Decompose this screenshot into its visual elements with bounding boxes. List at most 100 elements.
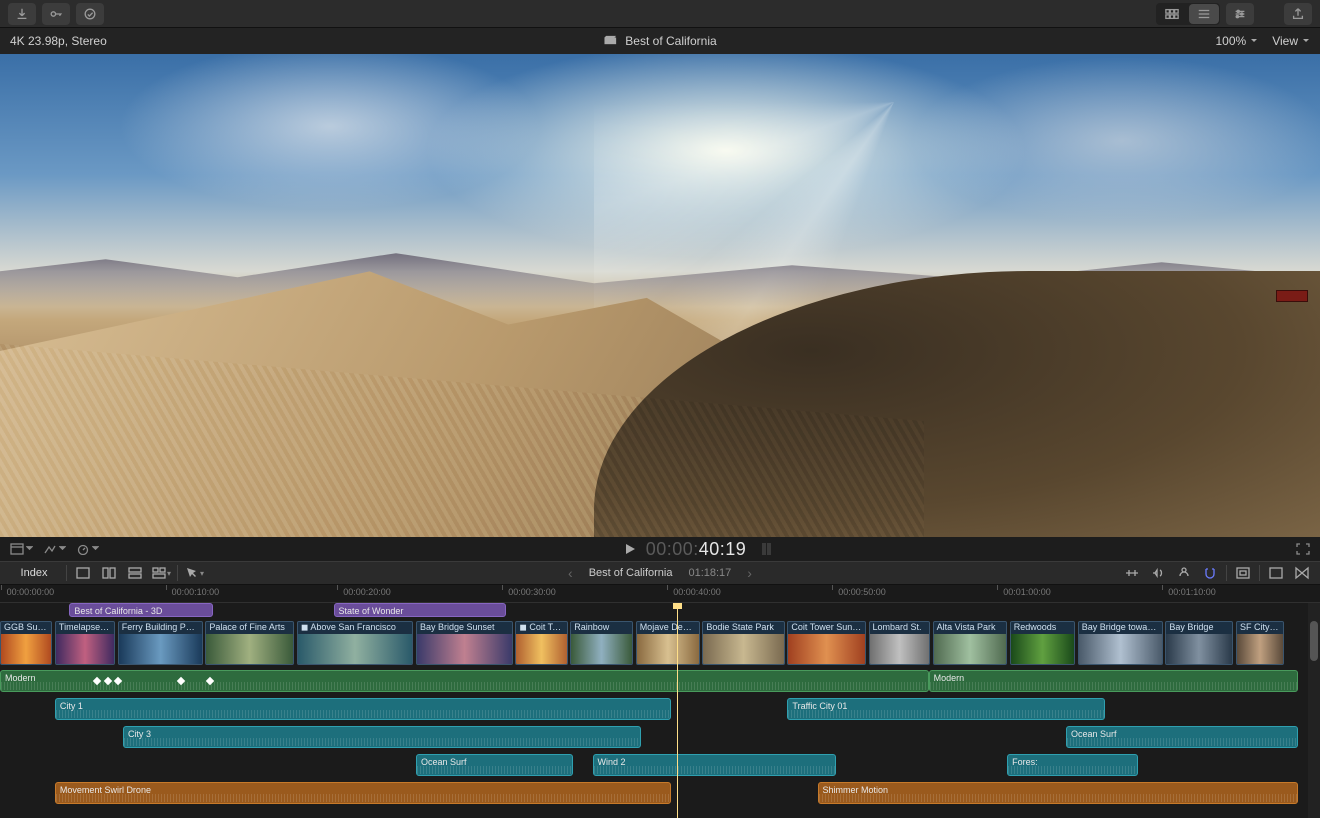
fullscreen-button[interactable] bbox=[1296, 543, 1310, 555]
next-edit-button[interactable]: › bbox=[747, 565, 752, 581]
timeline-ruler[interactable]: 00:00:00:0000:00:10:0000:00:20:0000:00:3… bbox=[0, 585, 1320, 603]
inspector-button[interactable] bbox=[1226, 3, 1254, 25]
prev-edit-button[interactable]: ‹ bbox=[568, 565, 573, 581]
clip[interactable]: Best of California - 3D bbox=[69, 603, 213, 617]
clip-appearance-4-button[interactable]: ▾ bbox=[151, 564, 171, 582]
playhead[interactable] bbox=[677, 603, 678, 818]
clip[interactable]: Movement Swirl Drone bbox=[55, 782, 671, 804]
ruler-tick: 00:00:40:00 bbox=[673, 587, 721, 597]
clip-label: Bay Bridge toward SF bbox=[1079, 622, 1162, 634]
clip[interactable]: Fores: bbox=[1007, 754, 1138, 776]
clip[interactable]: Ocean Surf bbox=[416, 754, 573, 776]
clip-thumbnail bbox=[637, 634, 699, 664]
select-tool[interactable]: ▾ bbox=[184, 564, 204, 582]
video-clip[interactable]: Bay Bridge Sunset bbox=[416, 621, 513, 665]
ruler-tick: 00:00:30:00 bbox=[508, 587, 556, 597]
retime-tool[interactable] bbox=[43, 543, 66, 555]
ruler-tick: 00:00:20:00 bbox=[343, 587, 391, 597]
audio-skimming-button[interactable] bbox=[1148, 564, 1168, 582]
clip-appearance-1-button[interactable] bbox=[73, 564, 93, 582]
clip-thumbnail bbox=[516, 634, 566, 664]
video-clip[interactable]: Ferry Building Part 2 bbox=[118, 621, 203, 665]
effects-lane: Movement Swirl Drone Shimmer Motion bbox=[0, 782, 1308, 804]
clip-label: Bodie State Park bbox=[703, 622, 783, 634]
clip-label: Redwoods bbox=[1011, 622, 1074, 634]
import-button[interactable] bbox=[8, 3, 36, 25]
clip-label: GGB Sunset bbox=[1, 622, 51, 634]
clip-speed-tool[interactable] bbox=[76, 543, 99, 555]
clip-label: Mojave Desert bbox=[637, 622, 699, 634]
clip-thumbnail bbox=[417, 634, 512, 664]
audio-lane-3: Ocean Surf Wind 2 Fores: bbox=[0, 754, 1308, 776]
timeline-tracks[interactable]: Best of California - 3D State of Wonder G… bbox=[0, 603, 1320, 818]
clip-thumbnail bbox=[1237, 634, 1283, 664]
filmstrip-view-button[interactable] bbox=[1157, 4, 1187, 24]
video-clip[interactable]: Bay Bridge toward SF bbox=[1078, 621, 1163, 665]
video-clip[interactable]: Palace of Fine Arts bbox=[205, 621, 294, 665]
clip[interactable]: City 3 bbox=[123, 726, 641, 748]
clip[interactable]: Ocean Surf bbox=[1066, 726, 1298, 748]
clip-thumbnail bbox=[1079, 634, 1162, 664]
timecode-display[interactable]: 00:00:40:19 bbox=[646, 539, 747, 560]
clip[interactable]: Wind 2 bbox=[593, 754, 836, 776]
video-clip[interactable]: Rainbow bbox=[570, 621, 633, 665]
clip-thumbnail bbox=[1, 634, 51, 664]
media-format-label: 4K 23.98p, Stereo bbox=[10, 34, 107, 48]
video-clip[interactable]: Lombard St. bbox=[869, 621, 930, 665]
clip[interactable]: Modern bbox=[929, 670, 1298, 692]
video-clip[interactable]: GGB Sunset bbox=[0, 621, 52, 665]
clip-thumbnail bbox=[298, 634, 412, 664]
clip-thumbnail bbox=[1166, 634, 1232, 664]
video-clip[interactable]: Alta Vista Park bbox=[933, 621, 1008, 665]
clip-label: ◼ Coit To… bbox=[516, 622, 566, 634]
video-clip[interactable]: Mojave Desert bbox=[636, 621, 700, 665]
clip-label: Timelapse GGB bbox=[56, 622, 114, 634]
list-view-button[interactable] bbox=[1189, 4, 1219, 24]
solo-button[interactable] bbox=[1174, 564, 1194, 582]
video-clip[interactable]: ◼ Above San Francisco bbox=[297, 621, 413, 665]
timeline-effects-button[interactable] bbox=[1233, 564, 1253, 582]
audio-lane-2: City 3 Ocean Surf bbox=[0, 726, 1308, 748]
index-button[interactable]: Index bbox=[8, 567, 60, 579]
clip-thumbnail bbox=[206, 634, 293, 664]
clip[interactable]: City 1 bbox=[55, 698, 671, 720]
clip-label: ◼ Above San Francisco bbox=[298, 622, 412, 634]
clip-label: Rainbow bbox=[571, 622, 632, 634]
snapping-button[interactable] bbox=[1200, 564, 1220, 582]
timeline-view-options-button[interactable] bbox=[1266, 564, 1286, 582]
clapperboard-icon bbox=[603, 34, 617, 48]
clip[interactable]: Shimmer Motion bbox=[818, 782, 1298, 804]
play-icon[interactable] bbox=[624, 543, 636, 555]
clip-appearance-3-button[interactable] bbox=[125, 564, 145, 582]
ruler-tick: 00:00:00:00 bbox=[7, 587, 55, 597]
share-button[interactable] bbox=[1284, 3, 1312, 25]
video-clip[interactable]: Bay Bridge bbox=[1165, 621, 1233, 665]
clip-label: Bay Bridge Sunset bbox=[417, 622, 512, 634]
skimming-button[interactable] bbox=[1122, 564, 1142, 582]
transitions-button[interactable] bbox=[1292, 564, 1312, 582]
clip[interactable]: State of Wonder bbox=[334, 603, 507, 617]
video-clip[interactable]: ◼ Coit To… bbox=[515, 621, 567, 665]
timeline-project-name: Best of California bbox=[589, 567, 673, 579]
timeline-toolbar: Index ▾ ▾ ‹ Best of California 01:18:17 … bbox=[0, 561, 1320, 585]
video-clip[interactable]: Coit Tower Sunset bbox=[787, 621, 865, 665]
viewer-canvas[interactable] bbox=[0, 54, 1320, 537]
video-clip[interactable]: Bodie State Park bbox=[702, 621, 784, 665]
video-clip[interactable]: Redwoods bbox=[1010, 621, 1075, 665]
clip-thumbnail bbox=[571, 634, 632, 664]
clip-thumbnail bbox=[56, 634, 114, 664]
video-clip[interactable]: Timelapse GGB bbox=[55, 621, 115, 665]
timeline-vertical-scrollbar[interactable] bbox=[1308, 603, 1320, 818]
background-tasks-button[interactable] bbox=[76, 3, 104, 25]
keyword-button[interactable] bbox=[42, 3, 70, 25]
zoom-dropdown[interactable]: 100% bbox=[1216, 34, 1259, 48]
effects-tool[interactable] bbox=[10, 543, 33, 555]
clip-thumbnail bbox=[934, 634, 1007, 664]
clip[interactable]: Traffic City 01 bbox=[787, 698, 1105, 720]
audio-lane-1: City 1 Traffic City 01 bbox=[0, 698, 1308, 720]
clip-thumbnail bbox=[703, 634, 783, 664]
clip[interactable]: Modern bbox=[0, 670, 929, 692]
clip-appearance-2-button[interactable] bbox=[99, 564, 119, 582]
video-clip[interactable]: SF City… bbox=[1236, 621, 1284, 665]
view-dropdown[interactable]: View bbox=[1272, 34, 1310, 48]
